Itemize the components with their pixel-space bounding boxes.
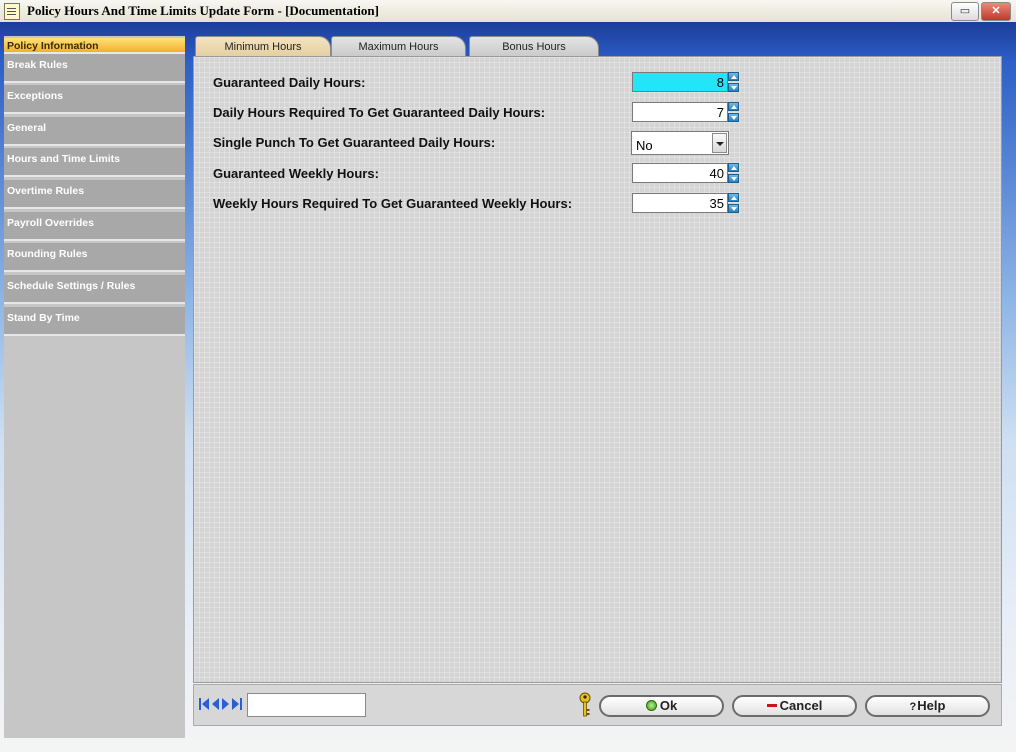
spin-up-icon[interactable] <box>728 193 739 202</box>
sidebar-item-hours-and-time-limits[interactable]: Hours and Time Limits <box>4 148 185 177</box>
spin-up-icon[interactable] <box>728 102 739 111</box>
minimize-button[interactable]: ▭ <box>951 2 979 21</box>
single-punch-value: No <box>636 138 653 153</box>
title-bar: Policy Hours And Time Limits Update Form… <box>0 0 1016 23</box>
cancel-icon <box>766 704 777 708</box>
next-record-icon[interactable] <box>222 698 229 710</box>
sidebar: Policy Information Break Rules Exception… <box>4 36 185 738</box>
sidebar-item-schedule-settings[interactable]: Schedule Settings / Rules <box>4 275 185 304</box>
daily-hours-required-input[interactable] <box>632 102 728 122</box>
sidebar-item-break-rules[interactable]: Break Rules <box>4 54 185 83</box>
help-button[interactable]: ?Help <box>865 695 990 717</box>
first-record-icon[interactable] <box>199 698 209 710</box>
daily-hours-required-spinner[interactable] <box>728 102 739 122</box>
cancel-label: Cancel <box>779 698 823 713</box>
spin-down-icon[interactable] <box>728 174 739 183</box>
help-icon: ? <box>909 700 917 713</box>
record-navigator <box>199 698 242 710</box>
dropdown-arrow-icon[interactable] <box>712 133 727 153</box>
tab-bonus-hours[interactable]: Bonus Hours <box>469 36 599 57</box>
last-record-icon[interactable] <box>232 698 242 710</box>
key-icon <box>579 692 591 717</box>
cancel-button[interactable]: Cancel <box>732 695 857 717</box>
sidebar-item-policy-information[interactable]: Policy Information <box>4 38 185 54</box>
guaranteed-daily-hours-spinner[interactable] <box>728 72 739 92</box>
close-button[interactable]: ✕ <box>981 2 1011 21</box>
previous-record-icon[interactable] <box>212 698 219 710</box>
guaranteed-weekly-hours-input[interactable] <box>632 163 728 183</box>
spin-up-icon[interactable] <box>728 163 739 172</box>
ok-label: Ok <box>659 698 678 713</box>
weekly-hours-required-label: Weekly Hours Required To Get Guaranteed … <box>213 196 573 211</box>
window-title: Policy Hours And Time Limits Update Form… <box>27 3 379 18</box>
record-number-input[interactable] <box>247 693 366 717</box>
spin-up-icon[interactable] <box>728 72 739 81</box>
single-punch-label: Single Punch To Get Guaranteed Daily Hou… <box>213 135 496 150</box>
spin-down-icon[interactable] <box>728 113 739 122</box>
sidebar-item-payroll-overrides[interactable]: Payroll Overrides <box>4 212 185 241</box>
help-label: Help <box>917 698 946 713</box>
single-punch-select[interactable]: No <box>631 131 729 155</box>
minimum-hours-panel <box>193 56 1002 683</box>
guaranteed-daily-hours-input[interactable] <box>632 72 728 92</box>
tab-strip: Minimum Hours Maximum Hours Bonus Hours <box>193 36 1002 57</box>
spin-down-icon[interactable] <box>728 83 739 92</box>
ok-icon <box>645 700 657 712</box>
weekly-hours-required-spinner[interactable] <box>728 193 739 213</box>
spin-down-icon[interactable] <box>728 204 739 213</box>
sidebar-item-overtime-rules[interactable]: Overtime Rules <box>4 180 185 209</box>
app-document-icon <box>4 3 20 20</box>
weekly-hours-required-input[interactable] <box>632 193 728 213</box>
sidebar-item-rounding-rules[interactable]: Rounding Rules <box>4 243 185 272</box>
guaranteed-weekly-hours-label: Guaranteed Weekly Hours: <box>213 166 379 181</box>
ok-button[interactable]: Ok <box>599 695 724 717</box>
daily-hours-required-label: Daily Hours Required To Get Guaranteed D… <box>213 105 546 120</box>
sidebar-item-stand-by-time[interactable]: Stand By Time <box>4 307 185 336</box>
tab-minimum-hours[interactable]: Minimum Hours <box>195 36 331 57</box>
sidebar-item-general[interactable]: General <box>4 117 185 146</box>
tab-maximum-hours[interactable]: Maximum Hours <box>331 36 466 57</box>
guaranteed-daily-hours-label: Guaranteed Daily Hours: <box>213 75 366 90</box>
guaranteed-weekly-hours-spinner[interactable] <box>728 163 739 183</box>
sidebar-item-exceptions[interactable]: Exceptions <box>4 85 185 114</box>
